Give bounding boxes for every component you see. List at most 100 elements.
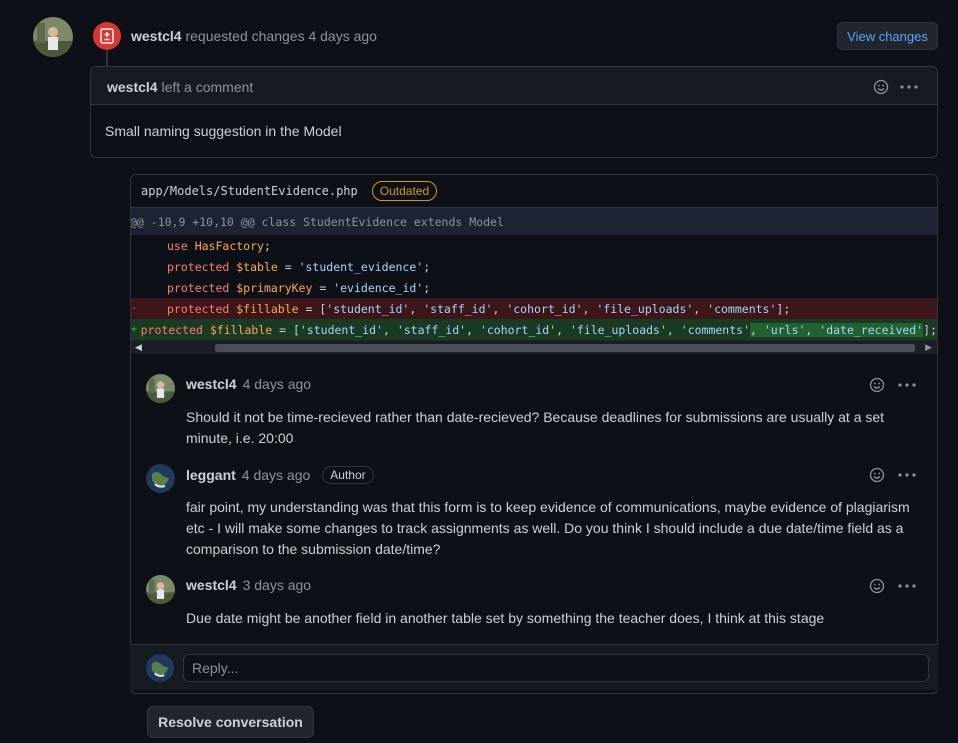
- code-token: 'student_evidence': [298, 259, 424, 274]
- comment-user[interactable]: westcl4: [186, 577, 237, 593]
- thread-comment: westcl4 4 days ago Should it not be time…: [146, 372, 926, 452]
- smiley-icon[interactable]: [868, 376, 886, 394]
- diff-hunk-header: @@ -10,9 +10,10 @@ class StudentEvidence…: [131, 208, 937, 235]
- avatar[interactable]: [146, 575, 175, 604]
- comment-body: Due date might be another field in anoth…: [186, 610, 825, 626]
- code-token: = [: [272, 322, 300, 337]
- comment-time[interactable]: 4 days ago: [243, 376, 312, 392]
- review-time[interactable]: 4 days ago: [308, 28, 377, 44]
- code-token: 'file_uploads': [569, 322, 667, 337]
- reviewer-avatar[interactable]: [33, 17, 73, 57]
- code-token: = [: [298, 301, 327, 316]
- code-token: 'staff_id': [423, 301, 493, 316]
- code-token: ,: [805, 322, 820, 337]
- horizontal-scrollbar[interactable]: ◀ ▶: [131, 340, 937, 354]
- diff-line-add: + protected $fillable = ['student_id', 's…: [131, 319, 937, 340]
- code-token: ,: [666, 322, 681, 337]
- code-token: 'date_received': [819, 322, 924, 337]
- scrollbar-thumb[interactable]: [215, 344, 915, 352]
- comment-user[interactable]: westcl4: [186, 376, 237, 392]
- comment-header: westcl4 4 days ago: [186, 376, 311, 392]
- diff-line-ctx: protected $primaryKey = 'evidence_id';: [131, 277, 937, 298]
- code-token: 'urls': [763, 322, 806, 337]
- code-token: 'file_uploads': [596, 301, 694, 316]
- scroll-left-icon[interactable]: ◀: [135, 342, 142, 353]
- smiley-icon[interactable]: [868, 466, 886, 484]
- diff-line-ctx: protected $table = 'student_evidence';: [131, 256, 937, 277]
- code-token: =: [277, 259, 299, 274]
- avatar[interactable]: [146, 464, 175, 493]
- review-header: westcl4 requested changes 4 days ago: [131, 28, 377, 44]
- comment-user[interactable]: leggant: [186, 467, 236, 483]
- code-token: ,: [556, 322, 570, 337]
- code-token: protected: [167, 259, 237, 274]
- comment-header: westcl4 3 days ago: [186, 577, 311, 593]
- code-token: ;: [423, 280, 431, 295]
- reply-input[interactable]: Reply...: [183, 654, 929, 682]
- reply-area: Reply...: [130, 644, 938, 690]
- comment-body: fair point, my understanding was that th…: [186, 499, 910, 557]
- code-token: ,: [693, 301, 708, 316]
- code-token: use: [167, 238, 195, 253]
- comment-header: leggant 4 days ago Author: [186, 466, 374, 484]
- thread-comment: westcl4 3 days ago Due date might be ano…: [146, 573, 926, 633]
- review-user[interactable]: westcl4: [131, 28, 182, 44]
- more-options-icon[interactable]: [897, 376, 917, 394]
- avatar[interactable]: [146, 374, 175, 403]
- code-token: ];: [776, 301, 791, 316]
- review-action: requested changes: [185, 28, 305, 44]
- code-token: ,: [750, 322, 764, 337]
- resolve-conversation-button[interactable]: Resolve conversation: [147, 706, 314, 738]
- thread-comment: leggant 4 days ago Author fair point, my…: [146, 462, 926, 562]
- code-token: protected: [167, 280, 237, 295]
- code-token: ;: [263, 238, 271, 253]
- code-token: ,: [492, 301, 507, 316]
- comment-body: Should it not be time-recieved rather th…: [186, 409, 885, 446]
- code-token: 'staff_id': [396, 322, 467, 337]
- code-token: ;: [423, 259, 431, 274]
- request-changes-icon: [93, 22, 121, 50]
- code-token: 'student_id': [299, 322, 383, 337]
- outdated-badge: Outdated: [371, 181, 438, 201]
- code-token: 'cohort_id': [506, 301, 583, 316]
- more-options-icon[interactable]: [897, 577, 917, 595]
- file-header: app/Models/StudentEvidence.php Outdated: [131, 175, 937, 208]
- code-token: ,: [466, 322, 480, 337]
- scroll-right-icon[interactable]: ▶: [925, 342, 932, 353]
- more-options-icon[interactable]: [899, 78, 919, 96]
- code-token: 'comments': [680, 322, 751, 337]
- review-comment: westcl4 left a comment Small naming sugg…: [90, 66, 938, 158]
- code-token: protected: [167, 301, 237, 316]
- review-comment-header: westcl4 left a comment: [91, 67, 937, 105]
- code-token: ,: [582, 301, 597, 316]
- diff-line-del: - protected $fillable = ['student_id', 's…: [131, 298, 937, 319]
- review-comment-body: Small naming suggestion in the Model: [105, 123, 342, 139]
- code-token: 'cohort_id': [479, 322, 557, 337]
- view-changes-button[interactable]: View changes: [837, 22, 938, 50]
- diff-lines: use HasFactory; protected $table = 'stude…: [131, 235, 937, 340]
- code-token: $fillable: [236, 301, 299, 316]
- comment-action: left a comment: [161, 79, 254, 95]
- diff-line-ctx: use HasFactory;: [131, 235, 937, 256]
- code-token: $table: [236, 259, 278, 274]
- code-token: 'student_id': [326, 301, 410, 316]
- smiley-icon[interactable]: [868, 577, 886, 595]
- code-token: $primaryKey: [236, 280, 313, 295]
- comment-time[interactable]: 4 days ago: [242, 467, 311, 483]
- smiley-icon[interactable]: [872, 78, 890, 96]
- code-token: 'evidence_id': [333, 280, 424, 295]
- code-token: HasFactory: [194, 238, 264, 253]
- more-options-icon[interactable]: [897, 466, 917, 484]
- comment-user[interactable]: westcl4: [107, 79, 158, 95]
- code-token: ,: [382, 322, 397, 337]
- diff-sign: -: [131, 303, 138, 314]
- file-path[interactable]: app/Models/StudentEvidence.php: [141, 184, 358, 198]
- author-badge: Author: [322, 466, 374, 484]
- code-token: protected: [140, 322, 210, 337]
- code-token: ,: [409, 301, 424, 316]
- code-token: $fillable: [209, 322, 273, 337]
- code-token: 'comments': [707, 301, 777, 316]
- comment-time[interactable]: 3 days ago: [243, 577, 312, 593]
- diff-sign: +: [131, 324, 138, 335]
- code-token: =: [312, 280, 334, 295]
